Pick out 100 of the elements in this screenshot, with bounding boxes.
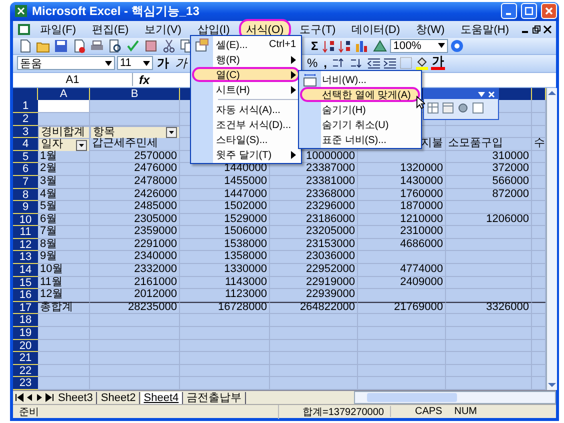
row-header[interactable]: 6 [13, 163, 38, 176]
insert-function-button[interactable]: fx [137, 72, 152, 87]
preview-icon[interactable] [107, 38, 123, 54]
table-cell: 566000 [446, 176, 532, 188]
row-header[interactable]: 2 [13, 112, 38, 126]
last-sheet-icon[interactable] [45, 393, 54, 402]
row-header[interactable]: 23 [13, 377, 38, 390]
menu-item[interactable]: 도움말(H) [454, 18, 516, 40]
fill-color-icon[interactable] [415, 56, 430, 70]
maximize-icon[interactable] [525, 7, 533, 16]
save-icon[interactable] [53, 38, 69, 54]
submenu-arrow-icon[interactable] [291, 150, 296, 158]
name-box[interactable]: A1 [13, 73, 133, 86]
zoom-field[interactable]: 100% [390, 38, 448, 53]
row-header[interactable]: 3 [13, 126, 38, 138]
menu-item[interactable]: 선택한 열에 맞게(A) [300, 87, 420, 102]
vertical-scrollbar[interactable] [546, 88, 557, 390]
menu-item[interactable]: 보기(V) [138, 18, 188, 40]
menu-item[interactable]: 너비(W)... [300, 72, 420, 87]
format-cells-icon[interactable] [195, 38, 209, 52]
bold-button[interactable]: 가 [155, 54, 171, 72]
close-icon[interactable] [543, 24, 552, 34]
menu-item[interactable]: 시트(H) [192, 82, 300, 97]
filter-dropdown-icon[interactable] [166, 127, 177, 138]
menu-item[interactable]: 창(W) [409, 18, 452, 40]
caret-icon[interactable] [143, 60, 150, 66]
row-header[interactable]: 11 [13, 226, 38, 239]
row-header[interactable]: 10 [13, 214, 38, 226]
italic-button[interactable]: 가 [173, 54, 189, 72]
table-cell: 1870000 [358, 201, 446, 214]
table-cell: 1760000 [358, 188, 446, 202]
row-header[interactable]: 4 [13, 138, 38, 151]
outdent-icon[interactable] [367, 56, 382, 70]
sort-descending-icon[interactable] [338, 38, 352, 53]
row-header[interactable]: 1 [13, 100, 38, 113]
table-cell: 22939000 [270, 289, 358, 302]
comma-button[interactable]: , [322, 56, 330, 70]
row-header[interactable]: 7 [13, 176, 38, 188]
indent-icon[interactable] [383, 56, 398, 70]
caret-icon[interactable] [438, 43, 446, 48]
cut-icon[interactable] [161, 38, 177, 54]
menu-item[interactable]: 숨기기(H) [300, 102, 420, 117]
menu-label: 자동 서식(A)... [216, 104, 280, 116]
menu-item[interactable]: 숨기기 취소(U) [300, 117, 420, 132]
table-cell: 갑근세주민세 [90, 138, 180, 151]
row-header[interactable]: 12 [13, 238, 38, 252]
font-field[interactable]: 돋움 [17, 56, 115, 70]
row-header[interactable]: 8 [13, 188, 38, 202]
caret-icon[interactable] [105, 60, 112, 66]
column-width-icon[interactable] [303, 73, 317, 87]
row-header[interactable]: 22 [13, 364, 38, 378]
restore-icon[interactable] [532, 24, 541, 34]
column-header[interactable]: A [38, 88, 90, 100]
autosum-button[interactable]: Σ [309, 38, 320, 53]
sort-ascending-icon[interactable] [322, 38, 336, 53]
close-button[interactable] [541, 3, 557, 20]
down-arrow-icon[interactable] [547, 380, 557, 390]
menu-item[interactable]: 도구(T) [292, 18, 343, 40]
first-sheet-icon[interactable] [15, 393, 24, 402]
menu-item[interactable]: 자동 서식(A)... [192, 102, 300, 117]
table-cell: 264822000 [270, 302, 358, 314]
sheet-tab[interactable]: Sheet4 [140, 392, 183, 404]
menu-item[interactable]: 스타일(S)... [192, 132, 300, 147]
row-header[interactable]: 20 [13, 340, 38, 352]
row-header[interactable]: 9 [13, 201, 38, 214]
row-header[interactable]: 17 [13, 302, 38, 314]
previous-sheet-icon[interactable] [25, 393, 34, 402]
font-size-field[interactable]: 11 [117, 56, 153, 70]
row-header[interactable]: 16 [13, 289, 38, 302]
row-header[interactable]: 5 [13, 150, 38, 164]
row-header[interactable]: 21 [13, 352, 38, 365]
menu-item[interactable]: 파일(F) [33, 18, 84, 40]
spreadsheet-icon[interactable] [17, 22, 31, 36]
column-header[interactable]: B [90, 88, 180, 100]
menu-item[interactable]: 셀(E)... Ctrl+1 [192, 37, 300, 52]
menu-item[interactable]: 열(C) [192, 67, 300, 82]
borders-icon[interactable] [399, 56, 414, 70]
row-header[interactable]: 14 [13, 264, 38, 277]
row-header[interactable]: 13 [13, 251, 38, 264]
help-icon[interactable] [450, 38, 464, 53]
table-cell: 2359000 [90, 226, 180, 239]
sum-readout: 합계=1379270000 [278, 404, 390, 418]
menu-item[interactable]: 조건부 서식(D)... [192, 117, 300, 132]
select-all-corner[interactable] [13, 88, 38, 100]
menu-item[interactable]: 데이터(D) [344, 18, 407, 40]
table-cell: 372000 [446, 163, 532, 176]
row-header[interactable]: 18 [13, 314, 38, 328]
font-color-button[interactable]: 가 [431, 56, 446, 70]
percent-button[interactable]: % [305, 56, 320, 70]
row-header[interactable]: 19 [13, 327, 38, 340]
horizontal-scrollbar[interactable] [354, 391, 556, 404]
filter-dropdown-icon[interactable] [76, 140, 87, 151]
menu-item[interactable]: 행(R) [192, 52, 300, 67]
column-header[interactable] [532, 88, 546, 100]
caps-indicator: CAPS [390, 406, 448, 417]
maximize-button[interactable] [521, 3, 537, 20]
menu-item[interactable]: 편집(E) [85, 18, 136, 40]
minimize-button[interactable] [501, 3, 517, 20]
next-sheet-icon[interactable] [35, 393, 44, 402]
row-header[interactable]: 15 [13, 276, 38, 290]
